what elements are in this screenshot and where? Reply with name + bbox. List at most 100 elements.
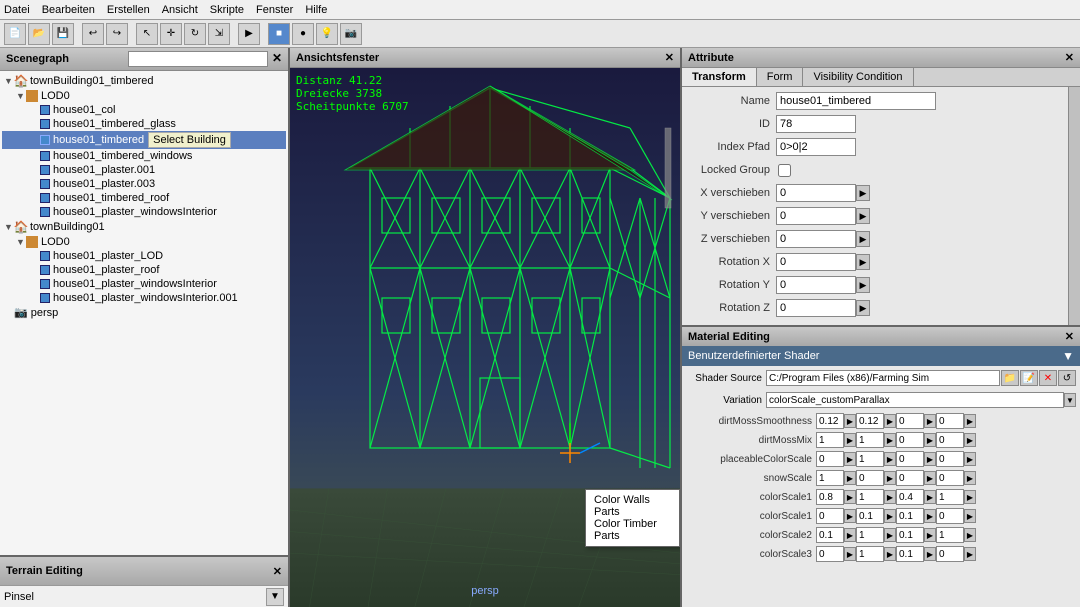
mat-param-col1[interactable] (816, 546, 844, 562)
mat-param-col1[interactable] (816, 413, 844, 429)
mat-param-col2[interactable] (856, 432, 884, 448)
attr-x-input[interactable] (776, 184, 856, 202)
mat-arrow-4[interactable]: ▶ (964, 471, 976, 485)
mat-param-col2[interactable] (856, 451, 884, 467)
shader-folder-btn[interactable]: 📁 (1001, 370, 1019, 386)
tree-item-lod0-1[interactable]: ▼ LOD0 (2, 89, 286, 103)
mat-arrow-4[interactable]: ▶ (964, 509, 976, 523)
mat-arrow-2[interactable]: ▶ (884, 452, 896, 466)
mat-param-col2[interactable] (856, 508, 884, 524)
mat-arrow-1[interactable]: ▶ (844, 414, 856, 428)
mat-arrow-4[interactable]: ▶ (964, 490, 976, 504)
toolbar-play[interactable]: ▶ (238, 23, 260, 45)
mat-arrow-4[interactable]: ▶ (964, 433, 976, 447)
viewport[interactable]: Distanz 41.22 Dreiecke 3738 Scheitpunkte… (290, 68, 680, 607)
menu-ansicht[interactable]: Ansicht (162, 4, 198, 16)
tree-item-house-windows[interactable]: house01_timbered_windows (2, 149, 286, 163)
mat-param-col1[interactable] (816, 489, 844, 505)
attr-index-input[interactable] (776, 138, 856, 156)
tree-item-town1[interactable]: ▼ 🏠 townBuilding01_timbered (2, 73, 286, 89)
attr-z-arrow[interactable]: ▶ (856, 231, 870, 247)
mat-param-col4[interactable] (936, 546, 964, 562)
mat-param-col4[interactable] (936, 508, 964, 524)
tree-item-house2-win[interactable]: house01_plaster_windowsInterior (2, 277, 286, 291)
menu-bearbeiten[interactable]: Bearbeiten (42, 4, 95, 16)
mat-param-col2[interactable] (856, 470, 884, 486)
mat-arrow-3[interactable]: ▶ (924, 471, 936, 485)
mat-arrow-2[interactable]: ▶ (884, 528, 896, 542)
menu-erstellen[interactable]: Erstellen (107, 4, 150, 16)
menu-fenster[interactable]: Fenster (256, 4, 293, 16)
attr-rz-arrow[interactable]: ▶ (856, 300, 870, 316)
mat-param-col3[interactable] (896, 413, 924, 429)
tree-item-house2-roof[interactable]: house01_plaster_roof (2, 263, 286, 277)
mat-param-col1[interactable] (816, 470, 844, 486)
tree-item-house-timbered[interactable]: house01_timbered Select Building (2, 131, 286, 149)
mat-param-col2[interactable] (856, 527, 884, 543)
tab-transform[interactable]: Transform (682, 68, 757, 86)
attr-x-arrow[interactable]: ▶ (856, 185, 870, 201)
tab-form[interactable]: Form (757, 68, 804, 86)
mat-arrow-4[interactable]: ▶ (964, 547, 976, 561)
mat-arrow-4[interactable]: ▶ (964, 528, 976, 542)
mat-param-col3[interactable] (896, 546, 924, 562)
mat-param-col4[interactable] (936, 527, 964, 543)
tree-item-lod0-2[interactable]: ▼ LOD0 (2, 235, 286, 249)
tree-item-house-plaster001[interactable]: house01_plaster.001 (2, 163, 286, 177)
menu-hilfe[interactable]: Hilfe (305, 4, 327, 16)
attr-y-input[interactable] (776, 207, 856, 225)
attr-scrollbar[interactable] (1068, 87, 1080, 325)
toolbar-rotate[interactable]: ↻ (184, 23, 206, 45)
toolbar-sphere[interactable]: ● (292, 23, 314, 45)
terrain-close[interactable]: ✕ (273, 565, 282, 578)
mat-arrow-3[interactable]: ▶ (924, 509, 936, 523)
mat-param-col1[interactable] (816, 508, 844, 524)
tree-item-house-roof[interactable]: house01_timbered_roof (2, 191, 286, 205)
mat-param-col4[interactable] (936, 470, 964, 486)
scenegraph-close[interactable]: ✕ (272, 51, 282, 67)
attribute-close[interactable]: ✕ (1065, 51, 1074, 64)
tree-item-house2-win001[interactable]: house01_plaster_windowsInterior.001 (2, 291, 286, 305)
mat-arrow-2[interactable]: ▶ (884, 414, 896, 428)
mat-arrow-3[interactable]: ▶ (924, 452, 936, 466)
mat-arrow-1[interactable]: ▶ (844, 547, 856, 561)
mat-arrow-3[interactable]: ▶ (924, 528, 936, 542)
mat-param-col3[interactable] (896, 451, 924, 467)
mat-param-col1[interactable] (816, 432, 844, 448)
mat-arrow-1[interactable]: ▶ (844, 471, 856, 485)
attr-name-input[interactable] (776, 92, 936, 110)
mat-param-col1[interactable] (816, 451, 844, 467)
mat-param-col3[interactable] (896, 489, 924, 505)
mat-param-col2[interactable] (856, 546, 884, 562)
mat-param-col3[interactable] (896, 432, 924, 448)
mat-param-col1[interactable] (816, 527, 844, 543)
tree-item-house-win-int[interactable]: house01_plaster_windowsInterior (2, 205, 286, 219)
mat-param-col2[interactable] (856, 489, 884, 505)
mat-arrow-1[interactable]: ▶ (844, 490, 856, 504)
toolbar-select[interactable]: ↖ (136, 23, 158, 45)
attr-locked-checkbox[interactable] (778, 164, 791, 177)
mat-arrow-1[interactable]: ▶ (844, 433, 856, 447)
mat-arrow-2[interactable]: ▶ (884, 547, 896, 561)
mat-arrow-3[interactable]: ▶ (924, 433, 936, 447)
tab-visibility[interactable]: Visibility Condition (803, 68, 913, 86)
attr-ry-arrow[interactable]: ▶ (856, 277, 870, 293)
toolbar-scale[interactable]: ⇲ (208, 23, 230, 45)
mat-param-col4[interactable] (936, 489, 964, 505)
shader-refresh-btn[interactable]: ↺ (1058, 370, 1076, 386)
tree-item-house-plaster003[interactable]: house01_plaster.003 (2, 177, 286, 191)
mat-param-col4[interactable] (936, 413, 964, 429)
material-close[interactable]: ✕ (1065, 330, 1074, 343)
mat-param-col3[interactable] (896, 508, 924, 524)
mat-arrow-1[interactable]: ▶ (844, 528, 856, 542)
tree-item-house-glass[interactable]: house01_timbered_glass (2, 117, 286, 131)
tree-item-town2[interactable]: ▼ 🏠 townBuilding01 (2, 219, 286, 235)
attr-y-arrow[interactable]: ▶ (856, 208, 870, 224)
mat-arrow-2[interactable]: ▶ (884, 471, 896, 485)
mat-arrow-2[interactable]: ▶ (884, 509, 896, 523)
mat-arrow-2[interactable]: ▶ (884, 490, 896, 504)
shader-edit-btn[interactable]: 📝 (1020, 370, 1038, 386)
menu-skripte[interactable]: Skripte (210, 4, 244, 16)
toolbar-new[interactable]: 📄 (4, 23, 26, 45)
mat-arrow-2[interactable]: ▶ (884, 433, 896, 447)
